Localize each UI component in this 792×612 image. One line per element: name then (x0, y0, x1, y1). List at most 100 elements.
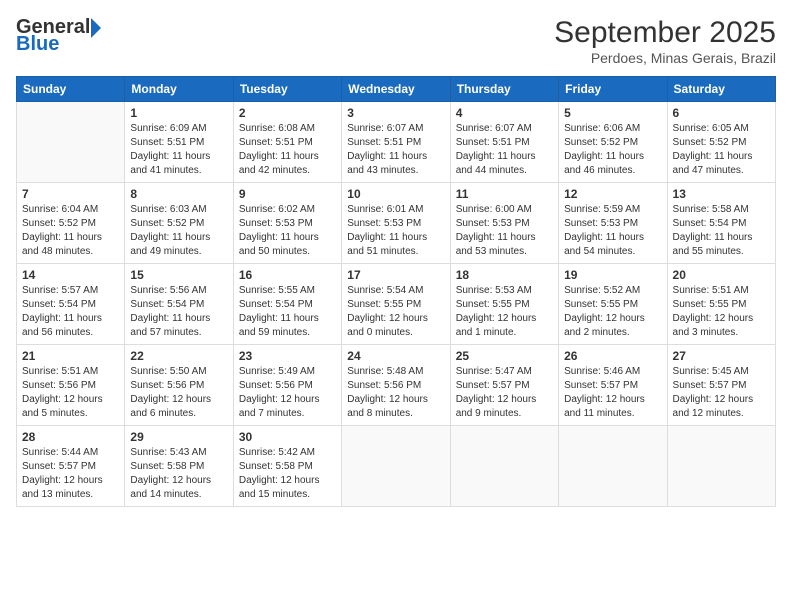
day-info: Sunrise: 6:04 AM Sunset: 5:52 PM Dayligh… (22, 203, 119, 259)
day-info: Sunrise: 5:48 AM Sunset: 5:56 PM Dayligh… (347, 365, 444, 421)
day-info: Sunrise: 5:58 AM Sunset: 5:54 PM Dayligh… (673, 203, 770, 259)
calendar-cell: 7Sunrise: 6:04 AM Sunset: 5:52 PM Daylig… (17, 183, 125, 264)
day-number: 3 (347, 106, 444, 120)
calendar-cell: 14 Sunrise: 5:57 AM Sunset: 5:54 PM Dayli… (17, 264, 125, 345)
day-number: 24 (347, 349, 444, 363)
day-number: 30 (239, 430, 336, 444)
day-number: 1 (130, 106, 227, 120)
location-subtitle: Perdoes, Minas Gerais, Brazil (554, 50, 776, 66)
day-info: Sunrise: 5:55 AM Sunset: 5:54 PM Dayligh… (239, 284, 336, 340)
day-number: 12 (564, 187, 661, 201)
calendar-cell: 16 Sunrise: 5:55 AM Sunset: 5:54 PM Dayli… (233, 264, 341, 345)
day-info: Sunrise: 5:47 AM Sunset: 5:57 PM Dayligh… (456, 365, 553, 421)
calendar-cell: 26Sunrise: 5:46 AM Sunset: 5:57 PM Dayli… (559, 345, 667, 426)
calendar-header-thursday: Thursday (450, 77, 558, 102)
calendar-cell: 12 Sunrise: 5:59 AM Sunset: 5:53 PM Dayli… (559, 183, 667, 264)
day-number: 20 (673, 268, 770, 282)
day-number: 25 (456, 349, 553, 363)
calendar-week-3: 14 Sunrise: 5:57 AM Sunset: 5:54 PM Dayli… (17, 264, 776, 345)
day-info: Sunrise: 5:49 AM Sunset: 5:56 PM Dayligh… (239, 365, 336, 421)
calendar-cell (342, 426, 450, 507)
calendar-cell (559, 426, 667, 507)
day-info: Sunrise: 5:45 AM Sunset: 5:57 PM Dayligh… (673, 365, 770, 421)
day-info: Sunrise: 6:07 AM Sunset: 5:51 PM Dayligh… (456, 122, 553, 178)
logo: General Blue (16, 16, 102, 56)
calendar-cell: 10 Sunrise: 6:01 AM Sunset: 5:53 PM Dayli… (342, 183, 450, 264)
calendar-cell: 11Sunrise: 6:00 AM Sunset: 5:53 PM Dayli… (450, 183, 558, 264)
calendar-header-wednesday: Wednesday (342, 77, 450, 102)
day-info: Sunrise: 6:08 AM Sunset: 5:51 PM Dayligh… (239, 122, 336, 178)
day-number: 4 (456, 106, 553, 120)
calendar-cell (667, 426, 775, 507)
calendar-table: SundayMondayTuesdayWednesdayThursdayFrid… (16, 76, 776, 507)
calendar-cell: 4 Sunrise: 6:07 AM Sunset: 5:51 PM Daylig… (450, 102, 558, 183)
calendar-header-row: SundayMondayTuesdayWednesdayThursdayFrid… (17, 77, 776, 102)
day-number: 11 (456, 187, 553, 201)
day-number: 5 (564, 106, 661, 120)
day-number: 17 (347, 268, 444, 282)
day-number: 15 (130, 268, 227, 282)
day-number: 8 (130, 187, 227, 201)
day-info: Sunrise: 5:52 AM Sunset: 5:55 PM Dayligh… (564, 284, 661, 340)
title-section: September 2025 Perdoes, Minas Gerais, Br… (554, 16, 776, 66)
calendar-cell: 18 Sunrise: 5:53 AM Sunset: 5:55 PM Dayli… (450, 264, 558, 345)
day-number: 16 (239, 268, 336, 282)
calendar-header-saturday: Saturday (667, 77, 775, 102)
day-info: Sunrise: 5:44 AM Sunset: 5:57 PM Dayligh… (22, 446, 119, 502)
calendar-cell: 2 Sunrise: 6:08 AM Sunset: 5:51 PM Daylig… (233, 102, 341, 183)
calendar-cell (450, 426, 558, 507)
day-number: 21 (22, 349, 119, 363)
day-number: 29 (130, 430, 227, 444)
calendar-header-friday: Friday (559, 77, 667, 102)
calendar-cell: 5Sunrise: 6:06 AM Sunset: 5:52 PM Daylig… (559, 102, 667, 183)
calendar-cell: 20Sunrise: 5:51 AM Sunset: 5:55 PM Dayli… (667, 264, 775, 345)
calendar-cell: 28 Sunrise: 5:44 AM Sunset: 5:57 PM Dayli… (17, 426, 125, 507)
day-info: Sunrise: 6:05 AM Sunset: 5:52 PM Dayligh… (673, 122, 770, 178)
day-number: 26 (564, 349, 661, 363)
month-title: September 2025 (554, 16, 776, 50)
day-number: 6 (673, 106, 770, 120)
logo-triangle-icon (91, 18, 101, 38)
day-number: 14 (22, 268, 119, 282)
calendar-cell: 13 Sunrise: 5:58 AM Sunset: 5:54 PM Dayli… (667, 183, 775, 264)
page-header: General Blue September 2025 Perdoes, Min… (16, 16, 776, 66)
calendar-cell: 23 Sunrise: 5:49 AM Sunset: 5:56 PM Dayli… (233, 345, 341, 426)
calendar-cell: 1 Sunrise: 6:09 AM Sunset: 5:51 PM Daylig… (125, 102, 233, 183)
day-info: Sunrise: 6:09 AM Sunset: 5:51 PM Dayligh… (130, 122, 227, 178)
calendar-body: 1 Sunrise: 6:09 AM Sunset: 5:51 PM Daylig… (17, 102, 776, 507)
day-number: 18 (456, 268, 553, 282)
day-number: 10 (347, 187, 444, 201)
day-number: 27 (673, 349, 770, 363)
calendar-cell: 30Sunrise: 5:42 AM Sunset: 5:58 PM Dayli… (233, 426, 341, 507)
calendar-week-1: 1 Sunrise: 6:09 AM Sunset: 5:51 PM Daylig… (17, 102, 776, 183)
calendar-cell: 8Sunrise: 6:03 AM Sunset: 5:52 PM Daylig… (125, 183, 233, 264)
calendar-cell: 25 Sunrise: 5:47 AM Sunset: 5:57 PM Dayli… (450, 345, 558, 426)
day-number: 13 (673, 187, 770, 201)
day-info: Sunrise: 5:59 AM Sunset: 5:53 PM Dayligh… (564, 203, 661, 259)
day-number: 9 (239, 187, 336, 201)
day-info: Sunrise: 5:43 AM Sunset: 5:58 PM Dayligh… (130, 446, 227, 502)
calendar-cell: 27 Sunrise: 5:45 AM Sunset: 5:57 PM Dayli… (667, 345, 775, 426)
day-number: 2 (239, 106, 336, 120)
calendar-cell: 6 Sunrise: 6:05 AM Sunset: 5:52 PM Daylig… (667, 102, 775, 183)
calendar-cell: 17 Sunrise: 5:54 AM Sunset: 5:55 PM Dayli… (342, 264, 450, 345)
day-number: 19 (564, 268, 661, 282)
calendar-cell (17, 102, 125, 183)
day-info: Sunrise: 6:07 AM Sunset: 5:51 PM Dayligh… (347, 122, 444, 178)
calendar-header-tuesday: Tuesday (233, 77, 341, 102)
day-info: Sunrise: 5:51 AM Sunset: 5:56 PM Dayligh… (22, 365, 119, 421)
day-number: 23 (239, 349, 336, 363)
calendar-cell: 3 Sunrise: 6:07 AM Sunset: 5:51 PM Daylig… (342, 102, 450, 183)
day-info: Sunrise: 5:54 AM Sunset: 5:55 PM Dayligh… (347, 284, 444, 340)
calendar-cell: 15Sunrise: 5:56 AM Sunset: 5:54 PM Dayli… (125, 264, 233, 345)
calendar-cell: 24 Sunrise: 5:48 AM Sunset: 5:56 PM Dayli… (342, 345, 450, 426)
day-info: Sunrise: 5:53 AM Sunset: 5:55 PM Dayligh… (456, 284, 553, 340)
calendar-cell: 22Sunrise: 5:50 AM Sunset: 5:56 PM Dayli… (125, 345, 233, 426)
calendar-week-2: 7Sunrise: 6:04 AM Sunset: 5:52 PM Daylig… (17, 183, 776, 264)
calendar-week-4: 21 Sunrise: 5:51 AM Sunset: 5:56 PM Dayli… (17, 345, 776, 426)
day-info: Sunrise: 6:01 AM Sunset: 5:53 PM Dayligh… (347, 203, 444, 259)
calendar-cell: 21 Sunrise: 5:51 AM Sunset: 5:56 PM Dayli… (17, 345, 125, 426)
calendar-cell: 19 Sunrise: 5:52 AM Sunset: 5:55 PM Dayli… (559, 264, 667, 345)
day-number: 28 (22, 430, 119, 444)
day-info: Sunrise: 5:57 AM Sunset: 5:54 PM Dayligh… (22, 284, 119, 340)
